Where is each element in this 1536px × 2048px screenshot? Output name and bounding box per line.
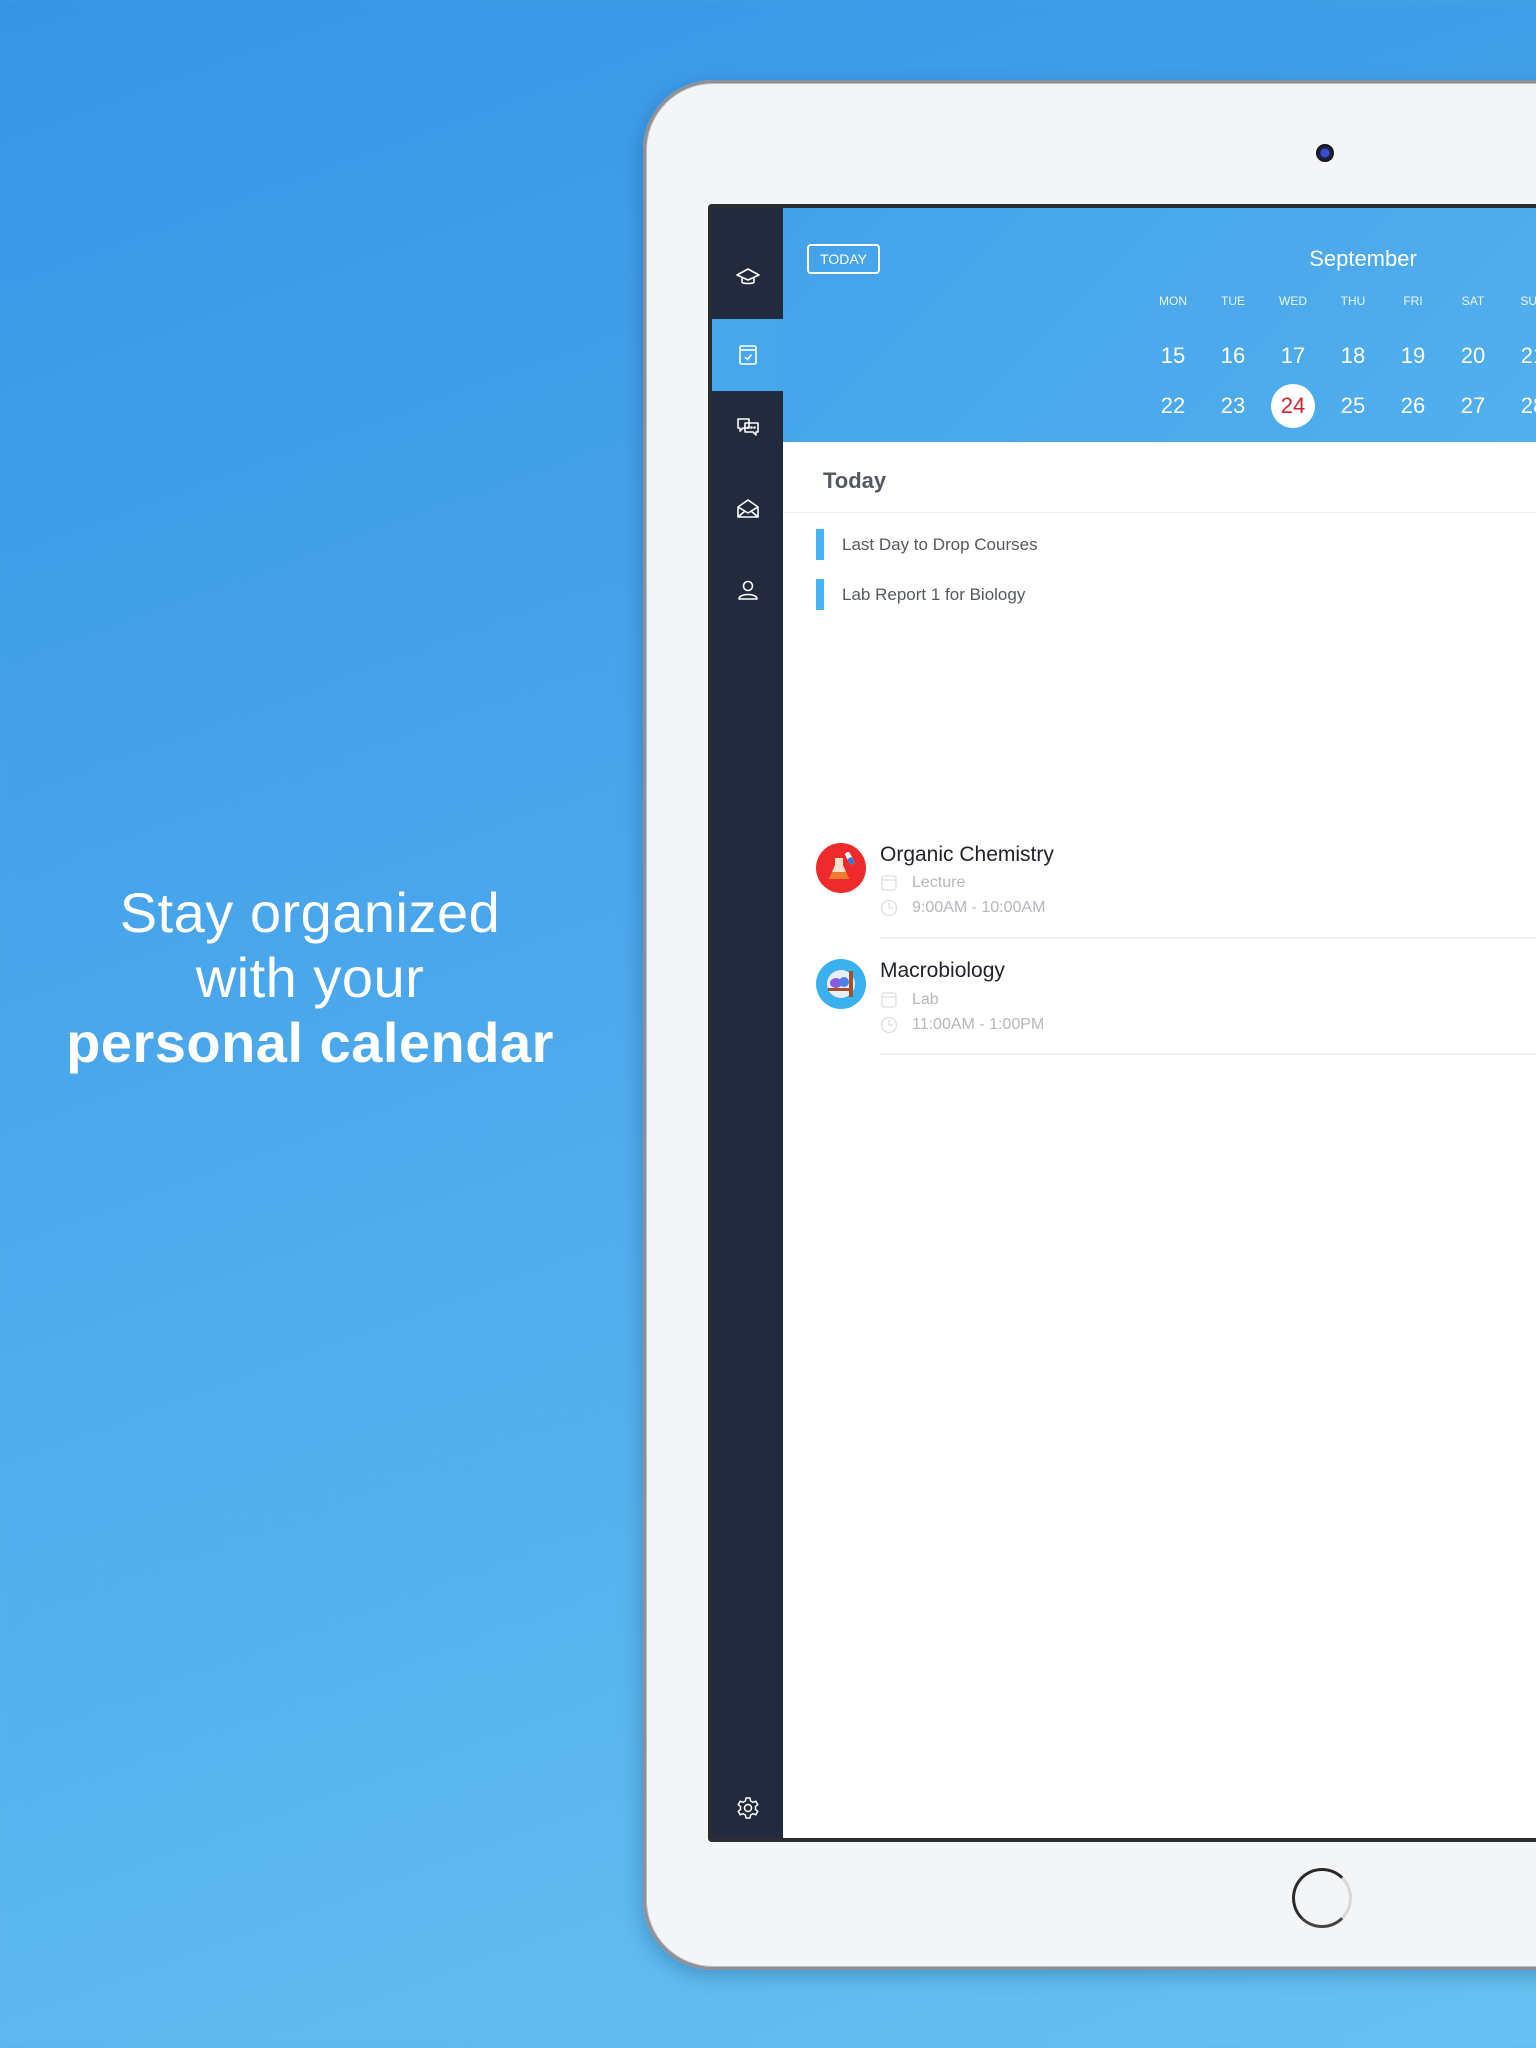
calendar-icon	[881, 875, 897, 891]
tagline-line-1: Stay organized	[119, 881, 501, 944]
calendar-day[interactable]: 15	[1143, 334, 1203, 378]
reminder-item[interactable]: Last Day to Drop Courses	[816, 529, 1038, 560]
sidebar	[712, 208, 783, 1838]
event-type: Lab	[880, 991, 939, 1009]
reminder-accent-bar	[816, 579, 824, 610]
today-button[interactable]: TODAY	[807, 244, 880, 274]
flask-icon	[816, 843, 866, 893]
camera-icon	[1316, 144, 1334, 162]
sidebar-item-settings[interactable]	[712, 1772, 783, 1838]
calendar-check-icon	[738, 345, 757, 365]
calendar-day[interactable]: 17	[1263, 334, 1323, 378]
event-time: 11:00AM - 1:00PM	[880, 1016, 1044, 1034]
event-type: Lecture	[880, 874, 965, 892]
weekday-label: TUE	[1221, 294, 1245, 308]
gear-icon	[736, 1797, 759, 1819]
calendar-header: TODAY September MON TUE WED THU FRI SAT …	[783, 208, 1536, 442]
divider	[880, 1053, 1536, 1055]
app-screen: TODAY September MON TUE WED THU FRI SAT …	[708, 204, 1536, 1842]
weekday-label: WED	[1279, 294, 1307, 308]
clock-icon	[880, 1016, 898, 1034]
calendar-day[interactable]: 23	[1203, 384, 1263, 428]
sidebar-item-profile[interactable]	[712, 554, 783, 626]
section-title: Today	[823, 468, 887, 493]
reminder-label: Last Day to Drop Courses	[842, 534, 1038, 554]
tagline-line-2: with your	[195, 946, 425, 1009]
weekday-label: SUN	[1520, 294, 1536, 308]
calendar-day[interactable]: 26	[1383, 384, 1443, 428]
chat-bubbles-icon	[736, 418, 759, 436]
weekday-label: MON	[1159, 294, 1187, 308]
envelope-open-icon	[736, 499, 759, 518]
sidebar-item-chat[interactable]	[712, 391, 783, 463]
calendar-day[interactable]: 18	[1323, 334, 1383, 378]
calendar-day[interactable]: 25	[1323, 384, 1383, 428]
weekday-label: SAT	[1461, 294, 1485, 308]
sidebar-item-mail[interactable]	[712, 473, 783, 545]
clock-icon	[880, 899, 898, 917]
event-time: 9:00AM - 10:00AM	[880, 899, 1045, 917]
week-row: 22 23 24 25 26 27 28	[1143, 384, 1536, 428]
divider	[880, 937, 1536, 939]
weekday-label: THU	[1340, 294, 1366, 308]
calendar-day[interactable]: 21	[1503, 334, 1536, 378]
month-title: September	[1309, 246, 1417, 271]
reminder-label: Lab Report 1 for Biology	[842, 584, 1026, 604]
event-title: Macrobiology	[880, 959, 1005, 982]
calendar-day[interactable]: 22	[1143, 384, 1203, 428]
calendar-day-selected[interactable]: 24	[1263, 384, 1323, 428]
tagline-line-3: personal calendar	[66, 1011, 554, 1074]
weekday-label: FRI	[1403, 294, 1423, 308]
calendar-day[interactable]: 27	[1443, 384, 1503, 428]
reminder-accent-bar	[816, 529, 824, 560]
divider	[783, 512, 1536, 513]
home-button[interactable]	[1292, 1868, 1352, 1928]
calendar-day[interactable]: 28	[1503, 384, 1536, 428]
week-row: 15 16 17 18 19 20 21	[1143, 334, 1536, 378]
event-title: Organic Chemistry	[880, 843, 1054, 866]
marketing-tagline: Stay organized with your personal calend…	[60, 880, 560, 1075]
calendar-day[interactable]: 19	[1383, 334, 1443, 378]
user-icon	[737, 580, 758, 600]
bird-icon	[816, 959, 866, 1009]
calendar-icon	[881, 992, 897, 1008]
agenda-panel: Today Last Day to Drop Courses Lab Repor…	[783, 442, 1536, 1838]
calendar-day[interactable]: 20	[1443, 334, 1503, 378]
reminder-item[interactable]: Lab Report 1 for Biology	[816, 579, 1025, 610]
calendar-day[interactable]: 16	[1203, 334, 1263, 378]
sidebar-item-calendar[interactable]	[712, 319, 783, 391]
graduation-cap-icon	[735, 268, 760, 285]
sidebar-item-courses[interactable]	[712, 241, 783, 313]
weekday-labels: MON TUE WED THU FRI SAT SUN	[1143, 294, 1536, 308]
